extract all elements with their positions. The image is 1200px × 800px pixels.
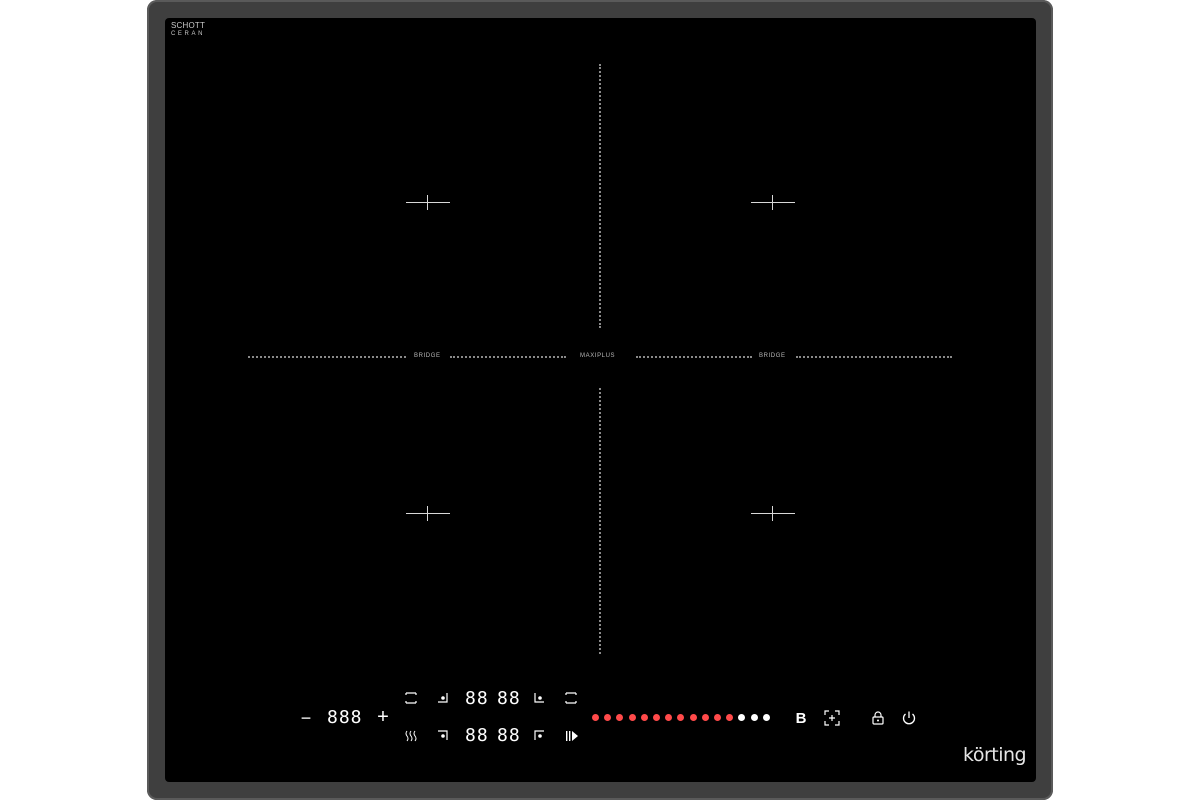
- bridge-button[interactable]: B: [794, 709, 808, 727]
- divider-segment: [450, 356, 566, 358]
- cross-line: [427, 506, 428, 521]
- glass-brand-line2: CERAN: [171, 31, 206, 37]
- bridge-right-label: BRIDGE: [759, 353, 786, 359]
- zone-select-front-left-icon[interactable]: [437, 730, 449, 742]
- cross-line: [406, 202, 450, 203]
- power-level-dot[interactable]: [750, 714, 758, 721]
- power-level-dot[interactable]: [604, 714, 612, 721]
- zone-bracket-icon[interactable]: [565, 691, 577, 705]
- zone-select-rear-left-icon[interactable]: [437, 692, 449, 704]
- bridge-left-label: BRIDGE: [414, 353, 441, 359]
- power-slider[interactable]: [592, 710, 782, 724]
- cross-line: [772, 506, 773, 521]
- display-front-right: 88: [497, 725, 521, 746]
- power-level-dot[interactable]: [762, 714, 770, 721]
- display-rear-left: 88: [465, 688, 489, 709]
- korting-logo: körting: [963, 744, 1027, 766]
- power-level-dot[interactable]: [689, 714, 697, 721]
- lock-icon[interactable]: [871, 710, 885, 726]
- cross-line: [406, 513, 450, 514]
- power-level-dot[interactable]: [677, 714, 685, 721]
- cross-line: [772, 195, 773, 210]
- boost-target-icon[interactable]: [824, 710, 840, 726]
- display-front-left: 88: [465, 725, 489, 746]
- pause-play-icon[interactable]: [565, 729, 579, 743]
- glass-brand: SCHOTT CERAN: [171, 22, 205, 38]
- cross-line: [427, 195, 428, 210]
- power-level-dot[interactable]: [714, 714, 721, 721]
- display-rear-right: 88: [497, 688, 521, 709]
- divider-segment: [248, 356, 406, 358]
- divider-segment: [636, 356, 752, 358]
- heat-waves-icon[interactable]: [404, 729, 418, 743]
- power-level-dot[interactable]: [616, 714, 624, 721]
- timer-display: 888: [327, 707, 363, 728]
- glass-brand-line1: SCHOTT: [171, 21, 206, 30]
- power-level-dot[interactable]: [665, 714, 673, 721]
- cross-line: [751, 202, 795, 203]
- cross-line: [751, 513, 795, 514]
- power-level-dot[interactable]: [653, 714, 660, 721]
- zone-select-rear-right-icon[interactable]: [534, 692, 546, 704]
- power-level-dot[interactable]: [640, 714, 648, 721]
- zone-divider-bottom: [599, 388, 601, 654]
- zone-divider-top: [599, 64, 601, 328]
- timer-plus-button[interactable]: +: [374, 706, 392, 728]
- timer-minus-button[interactable]: −: [298, 708, 314, 728]
- divider-segment: [796, 356, 952, 358]
- power-level-dot[interactable]: [592, 714, 599, 721]
- power-icon[interactable]: [901, 710, 917, 726]
- power-level-dot[interactable]: [701, 714, 709, 721]
- power-level-dot[interactable]: [726, 714, 734, 721]
- zone-bracket-icon[interactable]: [405, 691, 417, 705]
- zone-select-front-right-icon[interactable]: [534, 730, 546, 742]
- power-level-dot[interactable]: [738, 714, 746, 721]
- power-level-dot[interactable]: [628, 714, 636, 721]
- maxiplus-label: MAXIPLUS: [580, 353, 616, 359]
